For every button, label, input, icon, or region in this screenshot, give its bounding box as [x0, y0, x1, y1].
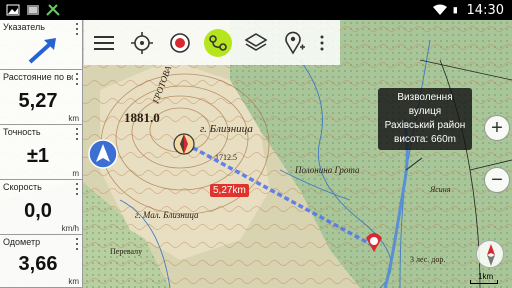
- callout-line-1: Визволення: [397, 92, 453, 103]
- callout-line-2: вулиця: [408, 106, 442, 117]
- small-peak-label: г. Мал. Близница: [135, 210, 199, 220]
- clock: 14:30: [466, 2, 504, 18]
- widget-title: Скорость: [3, 182, 42, 192]
- widget-menu-icon[interactable]: [75, 183, 79, 195]
- route-button[interactable]: [200, 25, 236, 61]
- widget-title: Расстояние по вс: [3, 72, 73, 82]
- compass-icon: [487, 244, 495, 266]
- more-icon: [320, 35, 324, 50]
- widget-value: 0,0: [24, 200, 52, 222]
- my-location-button[interactable]: [88, 139, 118, 169]
- widget-value: 5,27: [18, 90, 58, 112]
- zoom-out-button[interactable]: −: [484, 167, 510, 193]
- widget-menu-icon[interactable]: [75, 238, 79, 250]
- image-icon: [27, 5, 39, 15]
- distance-label: 5,27km: [210, 184, 249, 197]
- widget-distance[interactable]: Расстояние по вс 5,27 km: [0, 70, 83, 125]
- layers-button[interactable]: [238, 25, 274, 61]
- widget-menu-icon[interactable]: [75, 128, 79, 140]
- callout-line-3: Рахівський район: [384, 120, 466, 131]
- record-icon: [170, 32, 190, 53]
- widget-value: ±1: [26, 145, 50, 167]
- location-callout-full[interactable]: Визволення вулиця Рахівський район висот…: [378, 88, 472, 150]
- widget-menu-icon[interactable]: [75, 73, 79, 85]
- widget-unit: km/h: [61, 224, 79, 233]
- battery-icon: [453, 7, 457, 14]
- plus-icon: +: [491, 117, 503, 139]
- widget-title: Одометр: [3, 237, 41, 247]
- map-toolbar: [84, 20, 340, 65]
- record-track-button[interactable]: [162, 25, 198, 61]
- widget-accuracy[interactable]: Точность ±1 m: [0, 125, 83, 180]
- crosshair-icon: [131, 31, 153, 54]
- add-waypoint-button[interactable]: [276, 25, 312, 61]
- widget-odometer[interactable]: Одометр 3,66 km: [0, 235, 83, 288]
- widget-title: Указатель: [3, 22, 45, 32]
- peak-elevation-label: 1881.0: [124, 110, 160, 125]
- center-map-button[interactable]: [124, 25, 160, 61]
- tools-icon: [46, 4, 60, 16]
- widget-menu-icon[interactable]: [75, 23, 79, 35]
- menu-icon: [94, 35, 114, 50]
- add-waypoint-icon: [285, 31, 305, 55]
- grota-label: Полонина Грота: [294, 165, 360, 175]
- callout-line-4: висота: 660m: [394, 134, 456, 145]
- widget-unit: km: [68, 277, 79, 286]
- photo-icon: [6, 4, 20, 16]
- pointer-arrow-icon: [28, 38, 56, 64]
- minus-icon: −: [491, 169, 503, 191]
- widget-value: 3,66: [18, 253, 58, 275]
- widget-speed[interactable]: Скорость 0,0 km/h: [0, 180, 83, 235]
- peak-name-label: г. Близница: [200, 123, 253, 135]
- more-button[interactable]: [314, 25, 330, 61]
- layers-icon: [245, 32, 267, 51]
- wifi-icon: [432, 4, 447, 15]
- widget-pointer[interactable]: Указатель: [0, 20, 83, 70]
- village-label: Ясиня: [429, 185, 451, 194]
- widget-title: Точность: [3, 127, 41, 137]
- widget-unit: m: [72, 169, 79, 178]
- road-label: 3 лес. дор.: [410, 255, 445, 264]
- route-icon: [204, 28, 232, 57]
- widget-unit: km: [68, 114, 79, 123]
- zoom-in-button[interactable]: +: [484, 115, 510, 141]
- compass-button[interactable]: [476, 240, 504, 268]
- pass-label: Перевалу: [110, 247, 142, 256]
- status-bar: 14:30: [0, 0, 512, 20]
- scale-bar: [470, 280, 498, 284]
- widget-panel: Указатель Расстояние по вс 5,27 km Точно…: [0, 20, 83, 288]
- current-location-marker[interactable]: [173, 133, 195, 155]
- menu-button[interactable]: [86, 25, 122, 61]
